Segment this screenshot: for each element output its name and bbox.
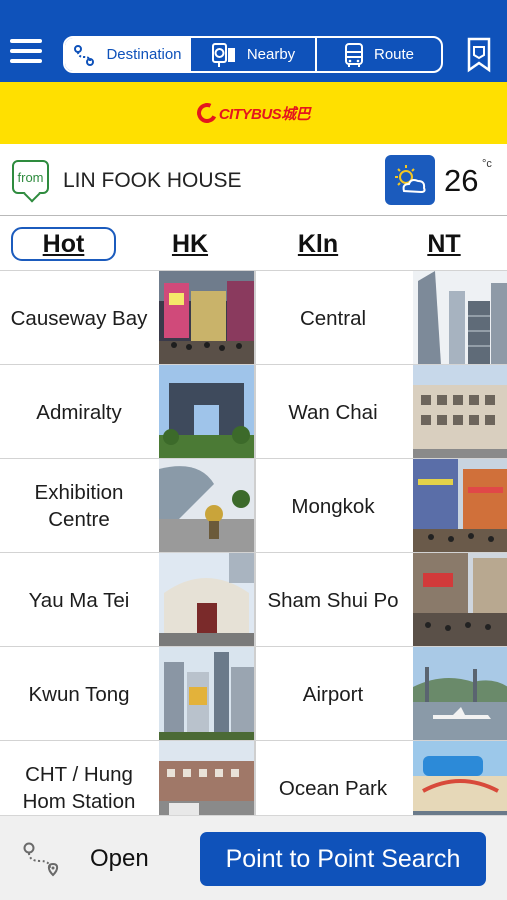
destination-grid: Causeway Bay Central Admiralty Wan Chai … <box>0 270 507 820</box>
destination-label: Wan Chai <box>288 400 378 424</box>
region-tabs: Hot HK Kln NT <box>0 217 507 271</box>
destination-row: Admiralty Wan Chai <box>0 364 507 459</box>
from-badge-label: from <box>17 169 44 185</box>
destination-kwun-tong[interactable]: Kwun Tong <box>0 647 254 741</box>
destination-cht-hung-hom-station[interactable]: CHT / Hung Hom Station <box>0 741 254 820</box>
destination-label: Kwun Tong <box>28 682 130 706</box>
central-photo <box>413 271 507 365</box>
destination-label: Yau Ma Tei <box>28 588 130 612</box>
logo-swirl-icon <box>194 100 220 126</box>
destination-row: CHT / Hung Hom Station Ocean Park <box>0 740 507 820</box>
destination-airport[interactable]: Airport <box>254 647 507 741</box>
yau-ma-tei-photo <box>159 553 254 647</box>
mode-segmented-control: Destination Nearby Route <box>63 36 443 73</box>
brand-banner: CITYBUS城巴 <box>0 82 507 144</box>
destination-central[interactable]: Central <box>254 271 507 365</box>
temperature-unit: °c <box>482 158 492 170</box>
citybus-logo: CITYBUS城巴 <box>194 100 311 126</box>
admiralty-photo <box>159 365 254 459</box>
hamburger-menu-icon[interactable] <box>10 39 42 67</box>
tab-hot[interactable]: Hot <box>11 227 116 261</box>
hung-hom-station-photo <box>159 741 254 820</box>
temperature-value: 26 <box>444 163 479 198</box>
kwun-tong-photo <box>159 647 254 741</box>
tab-nearby[interactable]: Nearby <box>189 38 315 71</box>
destination-row: Yau Ma Tei Sham Shui Po <box>0 552 507 647</box>
destination-mongkok[interactable]: Mongkok <box>254 459 507 553</box>
nearby-icon <box>211 42 235 67</box>
destination-yau-ma-tei[interactable]: Yau Ma Tei <box>0 553 254 647</box>
tab-hk[interactable]: HK <box>150 227 230 261</box>
destination-label: Ocean Park <box>278 776 388 800</box>
top-bar: Destination Nearby Route <box>0 0 507 82</box>
logo-text: CITYBUS城巴 <box>218 105 311 123</box>
destination-sham-shui-po[interactable]: Sham Shui Po <box>254 553 507 647</box>
sham-shui-po-photo <box>413 553 507 647</box>
mongkok-photo <box>413 459 507 553</box>
tab-route-label: Route <box>373 46 415 63</box>
destination-label: CHT / Hung Hom Station <box>22 763 136 813</box>
causeway-bay-photo <box>159 271 254 365</box>
destination-label: Admiralty <box>36 400 122 424</box>
destination-admiralty[interactable]: Admiralty <box>0 365 254 459</box>
destination-label: Causeway Bay <box>10 306 148 330</box>
tab-nt[interactable]: NT <box>404 227 484 261</box>
ocean-park-photo <box>413 741 507 820</box>
destination-label: Airport <box>302 682 364 706</box>
tab-destination[interactable]: Destination <box>65 38 189 71</box>
from-badge-icon: from <box>12 160 49 194</box>
wan-chai-photo <box>413 365 507 459</box>
tab-route[interactable]: Route <box>315 38 441 71</box>
tab-kln[interactable]: Kln <box>278 227 358 261</box>
destination-wan-chai[interactable]: Wan Chai <box>254 365 507 459</box>
partly-cloudy-icon <box>395 165 426 194</box>
airport-photo <box>413 647 507 741</box>
destination-row: Exhibition Centre Mongkok <box>0 458 507 553</box>
tab-destination-label: Destination <box>106 46 182 63</box>
destination-row: Kwun Tong Airport <box>0 646 507 741</box>
weather-panel[interactable] <box>385 155 435 205</box>
destination-causeway-bay[interactable]: Causeway Bay <box>0 271 254 365</box>
open-button[interactable]: Open <box>90 845 149 873</box>
destination-label: Sham Shui Po <box>267 588 399 612</box>
tab-nearby-label: Nearby <box>246 46 296 63</box>
destination-exhibition-centre[interactable]: Exhibition Centre <box>0 459 254 553</box>
bottom-bar: Open Point to Point Search <box>0 815 507 900</box>
bus-icon <box>344 42 363 67</box>
exhibition-centre-photo <box>159 459 254 553</box>
route-planner-icon[interactable] <box>20 841 62 877</box>
destination-icon <box>74 44 95 66</box>
destination-label: Central <box>299 306 367 330</box>
destination-ocean-park[interactable]: Ocean Park <box>254 741 507 820</box>
destination-label: Exhibition Centre <box>34 481 124 531</box>
origin-location: LIN FOOK HOUSE <box>63 169 242 192</box>
point-to-point-search-button[interactable]: Point to Point Search <box>200 832 486 886</box>
destination-row: Causeway Bay Central <box>0 270 507 365</box>
bookmark-icon[interactable] <box>466 37 492 73</box>
destination-label: Mongkok <box>291 494 375 518</box>
